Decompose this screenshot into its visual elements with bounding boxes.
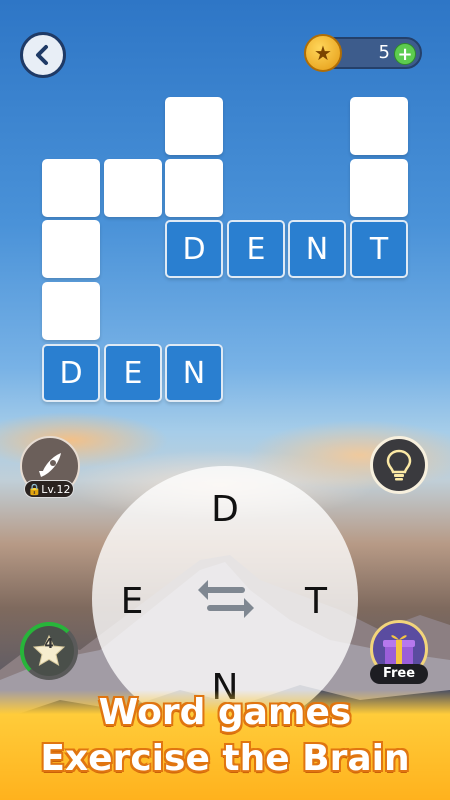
banner-line-1: Word games [98, 692, 352, 733]
coin-star-icon: ★ [304, 34, 342, 72]
back-arrow-icon [36, 45, 48, 65]
rocket-icon [39, 453, 61, 477]
lightbulb-icon [386, 449, 412, 481]
empty-tile [42, 282, 100, 340]
letter-tile: E [104, 344, 162, 402]
empty-tile [42, 220, 100, 278]
hint-button[interactable] [370, 436, 428, 494]
letter-tile: D [165, 220, 223, 278]
empty-tile [104, 159, 162, 217]
empty-tile [350, 159, 408, 217]
gift-icon [383, 635, 415, 665]
level-lock-badge: 🔒Lv.12 [24, 480, 74, 498]
empty-tile [165, 159, 223, 217]
wheel-letter[interactable]: D [205, 490, 245, 530]
letter-tile: T [350, 220, 408, 278]
letter-tile: D [42, 344, 100, 402]
letter-tile: N [165, 344, 223, 402]
free-label: Free [370, 664, 428, 684]
coin-count: 5 [378, 42, 390, 63]
add-coins-button[interactable]: + [394, 43, 416, 65]
wheel-letter[interactable]: T [296, 582, 336, 622]
wheel-letter[interactable]: E [112, 582, 152, 622]
letter-tile: N [288, 220, 346, 278]
banner-line-2: Exercise the Brain [40, 738, 410, 779]
shuffle-icon[interactable] [196, 574, 256, 624]
back-button[interactable] [20, 32, 66, 78]
star-count: 4 [44, 637, 54, 652]
letter-tile: E [227, 220, 285, 278]
lock-icon: 🔒 [27, 483, 42, 496]
level-lock-label: Lv.12 [41, 483, 71, 496]
empty-tile [42, 159, 100, 217]
empty-tile [165, 97, 223, 155]
empty-tile [350, 97, 408, 155]
